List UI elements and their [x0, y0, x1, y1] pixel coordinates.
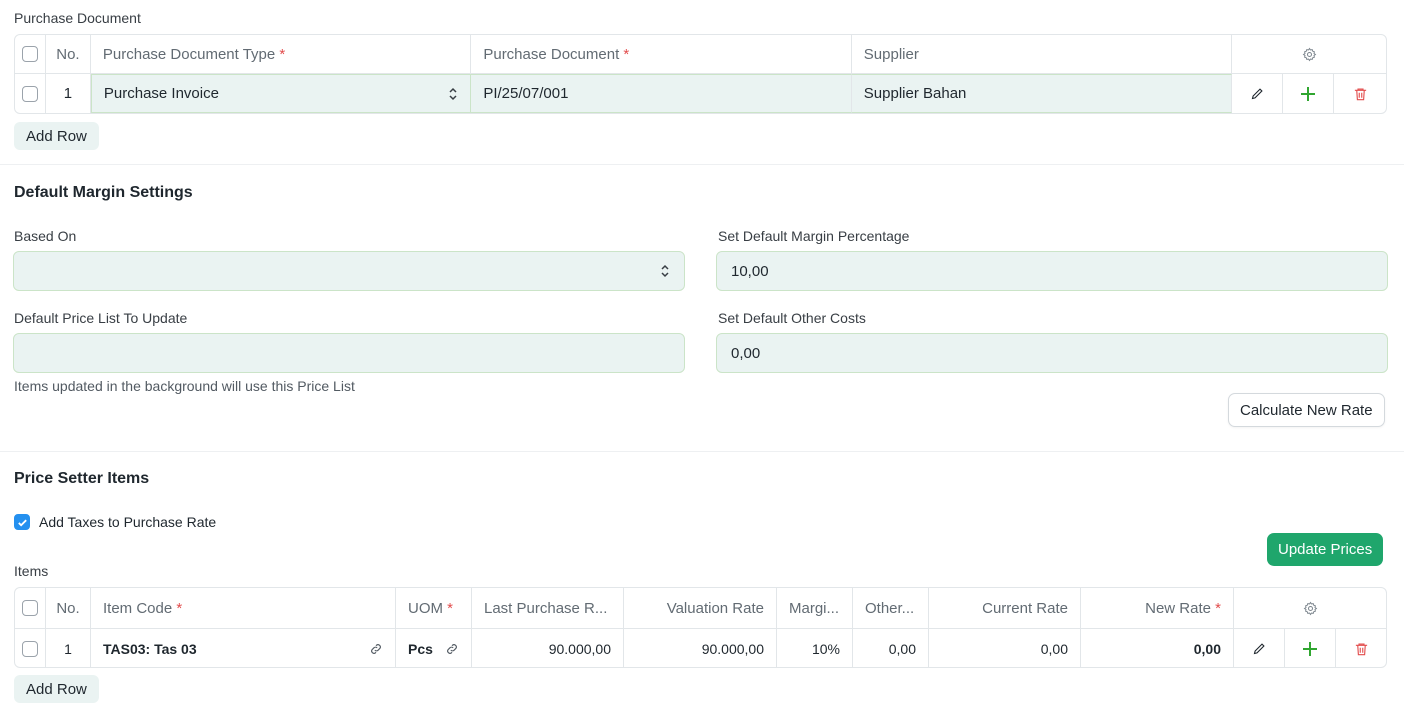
edit-row-cell[interactable]: [1232, 74, 1284, 113]
trash-icon[interactable]: [1354, 641, 1369, 657]
col-doc-label: Purchase Document: [483, 45, 620, 63]
select-arrows-icon: [660, 263, 670, 279]
col-no: No.: [46, 35, 91, 73]
uom-value: Pcs: [408, 640, 433, 657]
margin-settings-title: Default Margin Settings: [14, 184, 193, 201]
add-taxes-checkbox[interactable]: [14, 514, 30, 530]
current-rate-cell[interactable]: 0,00: [929, 629, 1081, 667]
item-code-cell[interactable]: TAS03: Tas 03: [91, 629, 396, 667]
purchase-document-table: No. Purchase Document Type * Purchase Do…: [14, 34, 1387, 114]
col-valuation-rate[interactable]: Valuation Rate: [624, 588, 777, 628]
required-mark: *: [623, 45, 630, 63]
gear-icon[interactable]: [1302, 47, 1317, 62]
doc-type-select[interactable]: Purchase Invoice: [90, 74, 472, 113]
row-checkbox[interactable]: [21, 85, 38, 102]
margin-percentage-input[interactable]: 10,00: [716, 251, 1388, 291]
items-label: Items: [14, 563, 49, 579]
last-purchase-rate-cell[interactable]: 90.000,00: [472, 629, 624, 667]
add-taxes-checkbox-row[interactable]: Add Taxes to Purchase Rate: [14, 514, 216, 530]
col-uom-label: UOM: [408, 599, 443, 617]
row-no: 1: [46, 74, 91, 113]
select-all-cell[interactable]: [15, 35, 46, 73]
other-costs-label: Set Default Other Costs: [718, 310, 866, 326]
col-doc[interactable]: Purchase Document *: [471, 35, 852, 73]
items-table: No. Item Code * UOM * Last Purchase R...…: [14, 587, 1387, 668]
row-checkbox[interactable]: [22, 640, 38, 657]
based-on-label: Based On: [14, 228, 77, 244]
pencil-icon[interactable]: [1250, 86, 1265, 101]
valuation-rate-cell[interactable]: 90.000,00: [624, 629, 777, 667]
col-new-rate[interactable]: New Rate *: [1081, 588, 1234, 628]
price-setter-title: Price Setter Items: [14, 470, 150, 487]
link-icon[interactable]: [369, 642, 383, 656]
price-list-input[interactable]: [13, 333, 685, 373]
required-mark: *: [1215, 599, 1221, 617]
uom-cell[interactable]: Pcs: [396, 629, 472, 667]
supplier-field[interactable]: Supplier Bahan: [851, 74, 1233, 113]
table-row[interactable]: 1 Purchase Invoice PI/25/07/001 Supplier…: [15, 74, 1386, 113]
required-mark: *: [176, 599, 183, 617]
select-all-checkbox[interactable]: [22, 600, 38, 616]
plus-icon[interactable]: [1302, 641, 1318, 657]
delete-row-cell[interactable]: [1334, 74, 1386, 113]
purchase-doc-link[interactable]: PI/25/07/001: [471, 74, 852, 113]
new-rate-cell[interactable]: 0,00: [1081, 629, 1234, 667]
col-no: No.: [46, 588, 91, 628]
col-current-rate[interactable]: Current Rate: [929, 588, 1081, 628]
delete-row-cell[interactable]: [1336, 629, 1386, 667]
gear-icon[interactable]: [1303, 601, 1318, 616]
table-row[interactable]: 1 TAS03: Tas 03 Pcs 90.000,00 90.000,00 …: [15, 629, 1386, 667]
row-no: 1: [46, 629, 91, 667]
margin-cell[interactable]: 10%: [777, 629, 853, 667]
other-cell[interactable]: 0,00: [853, 629, 929, 667]
col-doc-type[interactable]: Purchase Document Type *: [91, 35, 472, 73]
based-on-select[interactable]: [13, 251, 685, 291]
required-mark: *: [279, 45, 286, 63]
col-supplier[interactable]: Supplier: [852, 35, 1233, 73]
insert-row-cell[interactable]: [1285, 629, 1336, 667]
row-select-cell[interactable]: [15, 629, 46, 667]
edit-row-cell[interactable]: [1234, 629, 1285, 667]
section-divider: [0, 451, 1404, 452]
column-settings[interactable]: [1232, 35, 1386, 73]
price-list-label: Default Price List To Update: [14, 310, 188, 326]
col-uom[interactable]: UOM *: [396, 588, 472, 628]
col-item-code-label: Item Code: [103, 599, 173, 617]
select-all-checkbox[interactable]: [21, 46, 38, 62]
trash-icon[interactable]: [1353, 86, 1368, 102]
add-taxes-label: Add Taxes to Purchase Rate: [39, 514, 217, 530]
table-header: No. Purchase Document Type * Purchase Do…: [15, 35, 1386, 74]
required-mark: *: [447, 599, 454, 617]
item-code-value: TAS03: Tas 03: [103, 640, 197, 657]
insert-row-cell[interactable]: [1283, 74, 1335, 113]
margin-percentage-label: Set Default Margin Percentage: [718, 228, 910, 244]
col-new-rate-label: New Rate: [1145, 599, 1211, 617]
add-row-button[interactable]: Add Row: [14, 675, 99, 703]
select-all-cell[interactable]: [15, 588, 46, 628]
row-select-cell[interactable]: [15, 74, 46, 113]
col-last-purchase-rate[interactable]: Last Purchase R...: [472, 588, 624, 628]
price-list-help: Items updated in the background will use…: [14, 378, 355, 394]
select-arrows-icon: [448, 86, 458, 102]
doc-type-value: Purchase Invoice: [103, 85, 219, 102]
col-item-code[interactable]: Item Code *: [91, 588, 396, 628]
purchase-document-label: Purchase Document: [14, 10, 141, 26]
col-margin[interactable]: Margi...: [777, 588, 853, 628]
column-settings[interactable]: [1234, 588, 1386, 628]
section-divider: [0, 164, 1404, 165]
link-icon[interactable]: [445, 642, 459, 656]
table-header: No. Item Code * UOM * Last Purchase R...…: [15, 588, 1386, 629]
col-doc-type-label: Purchase Document Type: [102, 45, 276, 63]
plus-icon[interactable]: [1300, 86, 1316, 102]
update-prices-button[interactable]: Update Prices: [1267, 533, 1384, 566]
col-other[interactable]: Other...: [853, 588, 929, 628]
other-costs-input[interactable]: 0,00: [716, 333, 1388, 373]
add-row-button[interactable]: Add Row: [14, 122, 99, 150]
calculate-new-rate-button[interactable]: Calculate New Rate: [1228, 393, 1385, 427]
pencil-icon[interactable]: [1252, 641, 1267, 656]
